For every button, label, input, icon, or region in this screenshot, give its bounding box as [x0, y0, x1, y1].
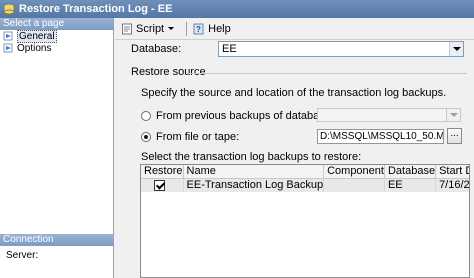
- toolbar-separator: [186, 21, 188, 36]
- database-label: Database:: [131, 43, 182, 55]
- help-icon: ?: [193, 23, 204, 34]
- chevron-down-icon: [446, 109, 460, 121]
- page-item-options[interactable]: Options: [0, 42, 113, 54]
- divider: [187, 73, 467, 74]
- script-icon: [122, 23, 132, 34]
- database-cell: EE: [384, 178, 437, 192]
- restore-checkbox[interactable]: [154, 179, 165, 191]
- from-previous-option[interactable]: From previous backups of database:: [141, 110, 334, 122]
- browse-button[interactable]: ...: [447, 128, 462, 144]
- from-file-option[interactable]: From file or tape:: [141, 131, 239, 143]
- select-backups-label: Select the transaction log backups to re…: [141, 151, 362, 163]
- window-title: Restore Transaction Log - EE: [19, 3, 173, 15]
- script-label: Script: [136, 22, 165, 35]
- help-label: Help: [208, 22, 231, 35]
- from-file-radio[interactable]: [141, 132, 151, 142]
- from-previous-radio[interactable]: [141, 111, 151, 121]
- page-item-label: General: [17, 29, 57, 43]
- column-header-database[interactable]: Database: [384, 165, 437, 179]
- script-button[interactable]: Script: [121, 23, 178, 35]
- column-header-name[interactable]: Name: [183, 165, 325, 179]
- chevron-down-icon[interactable]: [449, 42, 463, 56]
- window-titlebar: Restore Transaction Log - EE: [0, 0, 474, 18]
- previous-backups-combo: [317, 108, 461, 122]
- component-cell: [323, 178, 385, 192]
- restore-source-label: Restore source: [131, 66, 206, 78]
- page-item-label: Options: [17, 42, 52, 54]
- page-icon: [3, 31, 13, 41]
- file-path-field[interactable]: D:\MSSQL\MSSQL10_50.MSSQLSEI: [317, 129, 444, 144]
- column-header-component[interactable]: Component: [323, 165, 385, 179]
- restore-db-icon: [3, 3, 15, 15]
- chevron-down-icon: [168, 26, 175, 30]
- server-label: Server:: [6, 250, 39, 261]
- svg-text:?: ?: [196, 25, 201, 34]
- from-file-label: From file or tape:: [156, 131, 240, 143]
- backup-sets-grid[interactable]: Restore Name Component Database Start Da…: [140, 164, 470, 278]
- select-page-panel: Select a page General Options Connection…: [0, 18, 114, 278]
- toolbar: Script ? Help: [115, 18, 474, 40]
- name-cell: EE-Transaction Log Backup: [183, 178, 325, 192]
- page-item-general[interactable]: General: [0, 29, 113, 43]
- page-icon: [3, 43, 13, 53]
- restore-cell[interactable]: [141, 178, 184, 192]
- table-row[interactable]: EE-Transaction Log Backup EE 7/16/2015 8…: [141, 178, 469, 192]
- restore-source-description: Specify the source and location of the t…: [141, 87, 447, 99]
- from-previous-label: From previous backups of database:: [156, 110, 334, 122]
- general-page: Script ? Help Database: EE Restore sourc…: [115, 18, 474, 278]
- column-header-start-date[interactable]: Start Date: [435, 165, 469, 179]
- select-page-header: Select a page: [0, 18, 113, 30]
- help-button[interactable]: ? Help: [193, 23, 231, 35]
- connection-header: Connection: [0, 234, 114, 246]
- column-header-restore[interactable]: Restore: [141, 165, 184, 179]
- database-value: EE: [222, 43, 237, 55]
- database-combo[interactable]: EE: [218, 41, 464, 57]
- start-date-cell: 7/16/2015 8:39:51 AM: [435, 178, 469, 192]
